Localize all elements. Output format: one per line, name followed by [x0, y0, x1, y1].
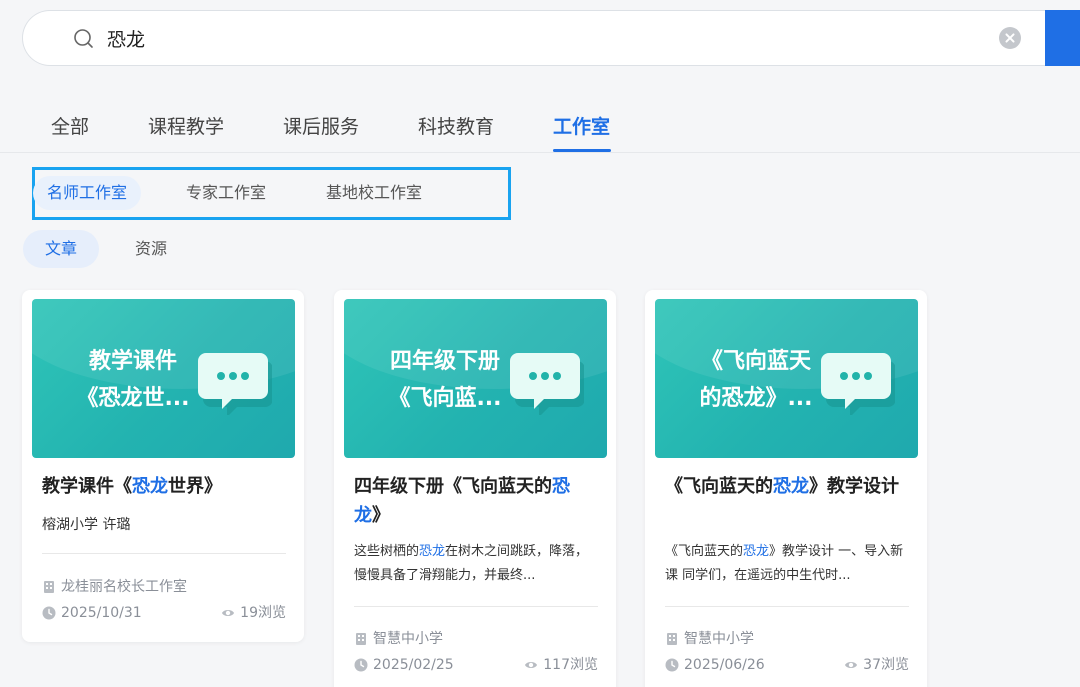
card-divider: [42, 553, 286, 554]
building-icon: [44, 581, 54, 593]
card-thumbnail: 教学课件 《恐龙世...: [32, 299, 295, 458]
subtab-expert-studio[interactable]: 专家工作室: [186, 176, 266, 210]
card-views: 37浏览: [844, 656, 909, 674]
eye-icon: [525, 662, 538, 668]
search-input[interactable]: [107, 23, 967, 53]
card-author: 榕湖小学 许璐: [42, 517, 131, 533]
search-button[interactable]: [1045, 10, 1080, 66]
card-date-row: 2025/02/25 117浏览: [354, 656, 598, 674]
subtab-famous-teacher-studio[interactable]: 名师工作室: [33, 176, 142, 210]
clear-search-button[interactable]: [999, 27, 1021, 49]
card-description: 《飞向蓝天的恐龙》教学设计 一、导入新课 同学们，在遥远的中生代时...: [665, 544, 904, 583]
type-tab-article[interactable]: 文章: [23, 230, 100, 268]
thumbnail-text: 四年级下册 《飞向蓝...: [388, 349, 502, 411]
subtab-base-school-studio[interactable]: 基地校工作室: [326, 176, 422, 210]
chat-bubble-icon: [821, 353, 895, 415]
article-card[interactable]: 四年级下册 《飞向蓝... 四年级下册《飞向蓝天的恐 龙》 这些树栖的恐龙在树木之…: [334, 290, 616, 687]
main-tab-bar: 全部 课程教学 课后服务 科技教育 工作室: [0, 96, 1080, 153]
clock-icon: [354, 658, 368, 672]
card-title: 《飞向蓝天的恐龙》教学设计: [665, 476, 899, 497]
tab-after-school[interactable]: 课后服务: [283, 112, 359, 139]
card-title: 教学课件《恐龙世界》: [42, 476, 222, 497]
clock-icon: [665, 658, 679, 672]
chat-bubble-icon: [510, 353, 584, 415]
card-studio-row: 智慧中小学: [354, 630, 598, 648]
building-icon: [667, 633, 677, 645]
tab-studio[interactable]: 工作室: [553, 112, 610, 139]
card-studio-row: 龙桂丽名校长工作室: [42, 578, 286, 596]
article-card[interactable]: 教学课件 《恐龙世... 教学课件《恐龙世界》 榕湖小学 许璐 龙桂丽名校长工作…: [22, 290, 304, 642]
search-icon: [74, 29, 93, 48]
tab-tech-education[interactable]: 科技教育: [418, 112, 494, 139]
thumbnail-text: 教学课件 《恐龙世...: [76, 349, 190, 411]
clock-icon: [42, 606, 56, 620]
card-thumbnail: 四年级下册 《飞向蓝...: [344, 299, 607, 458]
card-date-row: 2025/10/31 19浏览: [42, 604, 286, 622]
tab-course-teaching[interactable]: 课程教学: [148, 112, 224, 139]
card-date-row: 2025/06/26 37浏览: [665, 656, 909, 674]
eye-icon: [845, 662, 858, 668]
chat-bubble-icon: [198, 353, 272, 415]
card-studio-row: 智慧中小学: [665, 630, 909, 648]
tab-all[interactable]: 全部: [51, 112, 89, 139]
type-tab-resource[interactable]: 资源: [135, 230, 167, 268]
thumbnail-text: 《飞向蓝天 的恐龙》...: [699, 349, 813, 411]
active-tab-indicator: [553, 149, 611, 152]
article-card[interactable]: 《飞向蓝天 的恐龙》... 《飞向蓝天的恐龙》教学设计 《飞向蓝天的恐龙》教学设…: [645, 290, 927, 687]
card-views: 117浏览: [524, 656, 598, 674]
eye-icon: [222, 610, 235, 616]
building-icon: [356, 633, 366, 645]
card-divider: [354, 606, 598, 607]
search-bar: [22, 10, 1080, 66]
card-title: 四年级下册《飞向蓝天的恐 龙》: [354, 476, 570, 526]
card-views: 19浏览: [221, 604, 286, 622]
card-divider: [665, 606, 909, 607]
card-description: 这些树栖的恐龙在树木之间跳跃，降落，慢慢具备了滑翔能力，并最终...: [354, 544, 589, 583]
card-thumbnail: 《飞向蓝天 的恐龙》...: [655, 299, 918, 458]
